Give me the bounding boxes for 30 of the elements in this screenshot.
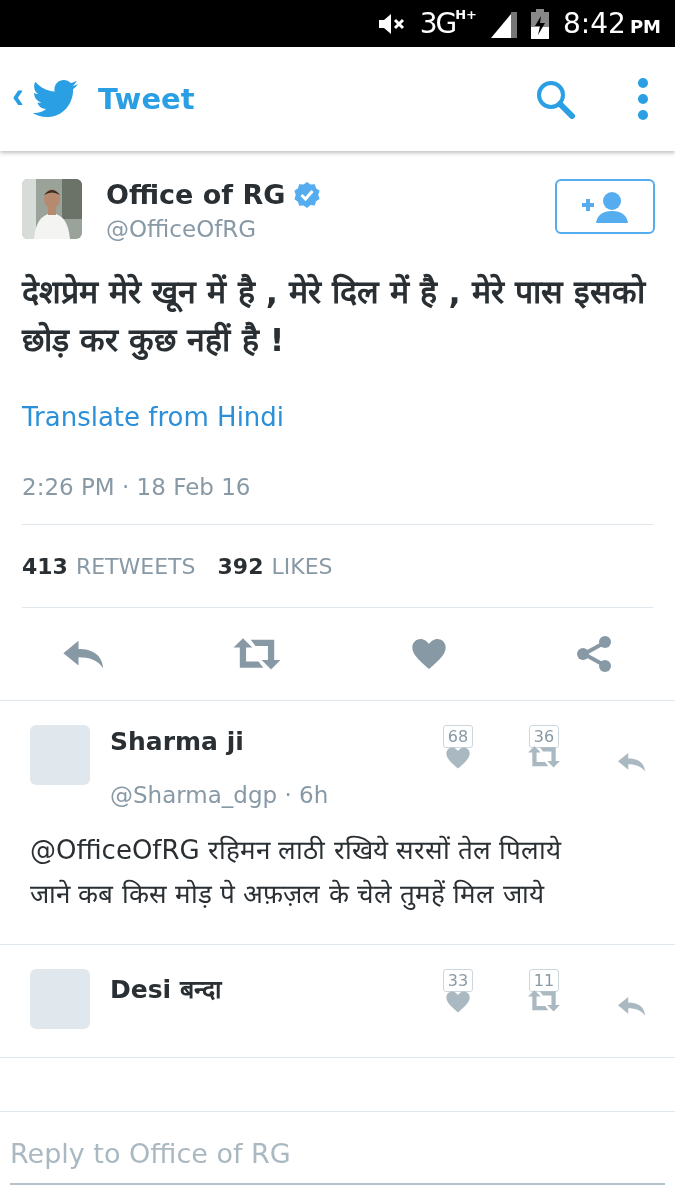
author-handle: @OfficeOfRG xyxy=(106,216,258,242)
search-icon[interactable] xyxy=(535,79,575,119)
follow-button[interactable] xyxy=(555,179,655,234)
like-stat[interactable]: 392 LIKES xyxy=(217,553,333,579)
retweet-stat[interactable]: 413 RETWEETS xyxy=(22,553,196,579)
reply-author: Sharma ji xyxy=(110,726,245,756)
reply-field[interactable]: Reply to Office of RG xyxy=(10,1127,665,1185)
tweet-text: देशप्रेम मेरे खून में है , मेरे दिल में है , मेरे पास इसको छोड़ कर कुछ नहीं है ! xyxy=(22,272,648,362)
timestamp: 2:26 PM · 18 Feb 16 xyxy=(22,474,653,525)
share-icon[interactable] xyxy=(575,635,613,673)
mute-icon xyxy=(377,11,406,36)
signal-icon xyxy=(491,9,517,38)
bird-icon[interactable] xyxy=(32,80,78,118)
network-indicator: 3G$^{H+}$ xyxy=(419,7,477,40)
reply-text: @OfficeOfRG रहिमन लाठी रखिये सरसों तेल पिलाये जाने कब किस मोड़ पे अफ़ज़ल के चेले तुमहें मिल जाये xyxy=(30,833,563,912)
author-name: Office of RG xyxy=(106,179,286,210)
reply-handle: @Sharma_dgp · 6h xyxy=(110,781,330,808)
reply-icon[interactable] xyxy=(617,994,647,1017)
battery-icon xyxy=(531,8,549,39)
reply-author: Desi बन्दा xyxy=(110,973,224,1005)
avatar-placeholder xyxy=(30,725,90,785)
like-count: 33 xyxy=(442,968,474,992)
clock: 8:42 PM xyxy=(563,7,661,40)
page-title: Tweet xyxy=(98,82,196,116)
add-user-icon xyxy=(580,190,630,223)
retweet-icon[interactable] xyxy=(527,744,561,770)
avatar-placeholder xyxy=(30,968,90,1029)
retweet-icon[interactable] xyxy=(527,987,561,1013)
more-options-icon[interactable] xyxy=(637,77,649,121)
reply-icon[interactable] xyxy=(617,751,647,774)
